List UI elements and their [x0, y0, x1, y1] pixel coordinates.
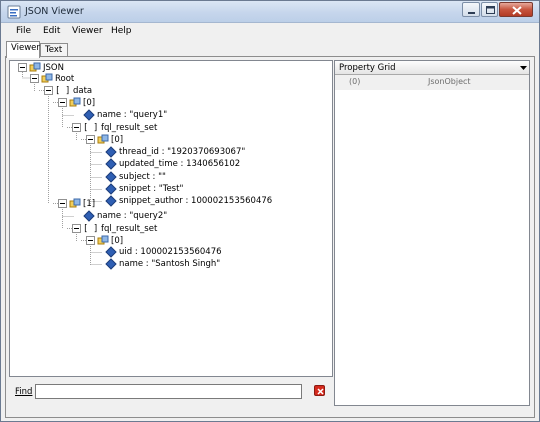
property-value: JsonObject — [428, 77, 471, 86]
minimize-icon — [468, 12, 475, 14]
app-window: JSON Viewer File Edit Viewer Help Viewer… — [0, 0, 540, 422]
value-icon — [83, 109, 95, 121]
menu-edit[interactable]: Edit — [43, 26, 60, 36]
collapse-toggle-item-0[interactable] — [58, 98, 67, 107]
object-icon — [29, 62, 41, 72]
close-icon — [512, 6, 522, 15]
collapse-toggle-json[interactable] — [18, 63, 27, 72]
collapse-toggle-root[interactable] — [30, 74, 39, 83]
value-icon — [105, 258, 117, 270]
title-bar[interactable]: JSON Viewer — [1, 1, 539, 23]
collapse-toggle-result-0[interactable] — [86, 135, 95, 144]
maximize-icon — [486, 6, 495, 14]
tree-connector-lines — [22, 68, 102, 265]
property-grid: Property Grid (0) JsonObject — [334, 60, 530, 406]
property-grid-title: Property Grid — [339, 63, 396, 73]
collapse-toggle-fql-result-set-0[interactable] — [72, 123, 81, 132]
find-input[interactable] — [35, 384, 302, 399]
property-grid-header[interactable]: Property Grid — [335, 61, 529, 75]
collapse-toggle-data[interactable] — [44, 86, 53, 95]
object-icon — [69, 198, 81, 208]
array-icon: [ ] — [83, 123, 99, 133]
chevron-down-icon[interactable] — [518, 62, 529, 73]
json-tree-view[interactable]: JSON Root [ ] data [0] name : "query1" [… — [9, 60, 333, 377]
clear-icon — [317, 388, 324, 395]
tab-viewer[interactable]: Viewer — [6, 41, 40, 58]
find-label: Find — [15, 387, 33, 397]
value-icon — [83, 210, 95, 222]
maximize-button[interactable] — [481, 2, 498, 17]
menu-bar: File Edit Viewer Help — [2, 23, 539, 41]
object-icon — [97, 134, 109, 144]
menu-viewer[interactable]: Viewer — [72, 26, 103, 36]
window-title: JSON Viewer — [25, 6, 84, 17]
app-icon — [7, 5, 21, 19]
value-icon — [105, 195, 117, 207]
minimize-button[interactable] — [462, 2, 480, 17]
array-icon: [ ] — [55, 86, 71, 96]
collapse-toggle-item-1[interactable] — [58, 199, 67, 208]
object-icon — [69, 97, 81, 107]
value-icon — [105, 158, 117, 170]
object-icon — [41, 73, 53, 83]
array-icon: [ ] — [83, 224, 99, 234]
collapse-toggle-result-1[interactable] — [86, 236, 95, 245]
close-button[interactable] — [499, 2, 533, 17]
find-clear-button[interactable] — [314, 385, 325, 396]
value-icon — [105, 171, 117, 183]
value-icon — [105, 146, 117, 158]
menu-help[interactable]: Help — [111, 26, 132, 36]
property-grid-body — [335, 90, 529, 405]
collapse-toggle-fql-result-set-1[interactable] — [72, 224, 81, 233]
property-grid-row[interactable]: (0) JsonObject — [335, 76, 529, 90]
property-key: (0) — [349, 77, 361, 86]
menu-file[interactable]: File — [16, 26, 31, 36]
value-icon — [105, 183, 117, 195]
value-icon — [105, 246, 117, 258]
